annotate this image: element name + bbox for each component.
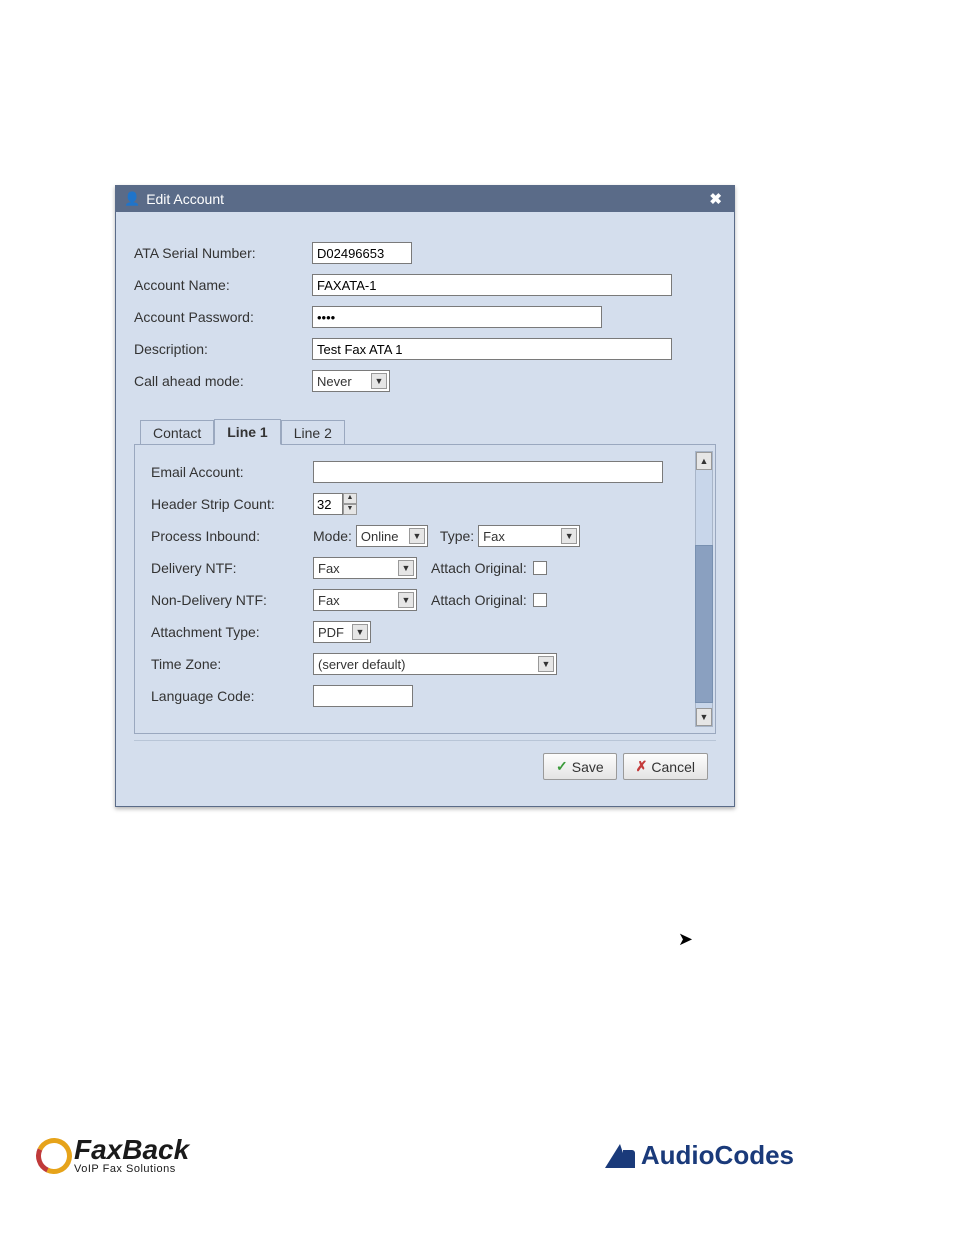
titlebar-left: 👤 Edit Account xyxy=(124,191,224,207)
chevron-down-icon: ▼ xyxy=(371,373,387,389)
faxback-logo-text: FaxBack xyxy=(74,1136,189,1164)
language-code-input[interactable] xyxy=(313,685,413,707)
tabs-container: Contact Line 1 Line 2 Email Account: Hea… xyxy=(134,418,716,734)
attachment-type-value: PDF xyxy=(318,625,344,640)
page-footer: FaxBack VoIP Fax Solutions AudioCodes xyxy=(36,1136,794,1175)
scroll-down-icon[interactable]: ▼ xyxy=(696,708,712,726)
close-icon[interactable]: ✖ xyxy=(705,190,726,208)
type-select[interactable]: Fax ▼ xyxy=(478,525,580,547)
type-label: Type: xyxy=(440,528,474,544)
edit-account-dialog: 👤 Edit Account ✖ ATA Serial Number: Acco… xyxy=(115,185,735,807)
dialog-title: Edit Account xyxy=(146,191,224,207)
tab-line1[interactable]: Line 1 xyxy=(214,419,280,445)
audiocodes-logo: AudioCodes xyxy=(605,1140,794,1171)
account-name-input[interactable] xyxy=(312,274,672,296)
dialog-buttons: ✓ Save ✗ Cancel xyxy=(134,740,716,792)
nondelivery-ntf-select[interactable]: Fax ▼ xyxy=(313,589,417,611)
process-inbound-label: Process Inbound: xyxy=(151,528,313,544)
check-icon: ✓ xyxy=(556,758,568,775)
ata-serial-label: ATA Serial Number: xyxy=(134,245,312,261)
faxback-ring-icon xyxy=(31,1132,77,1178)
dialog-body: ATA Serial Number: Account Name: Account… xyxy=(116,212,734,806)
user-link-icon: 👤 xyxy=(124,191,140,207)
ata-serial-input[interactable] xyxy=(312,242,412,264)
time-zone-value: (server default) xyxy=(318,657,405,672)
tab-line2[interactable]: Line 2 xyxy=(281,420,345,445)
cancel-button[interactable]: ✗ Cancel xyxy=(623,753,708,780)
chevron-down-icon: ▼ xyxy=(561,528,577,544)
description-input[interactable] xyxy=(312,338,672,360)
account-password-input[interactable] xyxy=(312,306,602,328)
call-ahead-label: Call ahead mode: xyxy=(134,373,312,389)
x-icon: ✗ xyxy=(636,758,648,775)
time-zone-select[interactable]: (server default) ▼ xyxy=(313,653,557,675)
account-name-label: Account Name: xyxy=(134,277,312,293)
delivery-ntf-value: Fax xyxy=(318,561,340,576)
type-value: Fax xyxy=(483,529,505,544)
attach-original-label-1: Attach Original: xyxy=(431,560,527,576)
call-ahead-select[interactable]: Never ▼ xyxy=(312,370,390,392)
cancel-button-label: Cancel xyxy=(651,759,695,775)
delivery-ntf-label: Delivery NTF: xyxy=(151,560,313,576)
header-strip-label: Header Strip Count: xyxy=(151,496,313,512)
mode-label: Mode: xyxy=(313,528,352,544)
tab-content-line1: Email Account: Header Strip Count: ▲ ▼ xyxy=(134,444,716,734)
tab-contact[interactable]: Contact xyxy=(140,420,214,445)
delivery-ntf-select[interactable]: Fax ▼ xyxy=(313,557,417,579)
mode-value: Online xyxy=(361,529,399,544)
scroll-up-icon[interactable]: ▲ xyxy=(696,452,712,470)
chevron-down-icon: ▼ xyxy=(409,528,425,544)
attachment-type-select[interactable]: PDF ▼ xyxy=(313,621,371,643)
chevron-down-icon: ▼ xyxy=(538,656,554,672)
save-button-label: Save xyxy=(572,759,604,775)
faxback-logo: FaxBack VoIP Fax Solutions xyxy=(36,1136,189,1175)
time-zone-label: Time Zone: xyxy=(151,656,313,672)
faxback-logo-subtext: VoIP Fax Solutions xyxy=(74,1164,189,1175)
nondelivery-ntf-label: Non-Delivery NTF: xyxy=(151,592,313,608)
attach-original-label-2: Attach Original: xyxy=(431,592,527,608)
nondelivery-ntf-value: Fax xyxy=(318,593,340,608)
attach-original-checkbox-1[interactable] xyxy=(533,561,547,575)
cursor-icon: ➤ xyxy=(678,929,693,950)
spinner-up-icon[interactable]: ▲ xyxy=(343,493,357,504)
language-code-label: Language Code: xyxy=(151,688,313,704)
spinner-down-icon[interactable]: ▼ xyxy=(343,504,357,515)
scroll-thumb[interactable] xyxy=(695,545,713,703)
header-strip-spinner[interactable]: ▲ ▼ xyxy=(313,493,357,515)
call-ahead-value: Never xyxy=(317,374,352,389)
spinner-buttons[interactable]: ▲ ▼ xyxy=(343,493,357,515)
header-strip-value[interactable] xyxy=(313,493,343,515)
chevron-down-icon: ▼ xyxy=(398,592,414,608)
chevron-down-icon: ▼ xyxy=(398,560,414,576)
email-account-input[interactable] xyxy=(313,461,663,483)
account-password-label: Account Password: xyxy=(134,309,312,325)
dialog-titlebar[interactable]: 👤 Edit Account ✖ xyxy=(116,186,734,212)
chevron-down-icon: ▼ xyxy=(352,624,368,640)
attach-original-checkbox-2[interactable] xyxy=(533,593,547,607)
attachment-type-label: Attachment Type: xyxy=(151,624,313,640)
save-button[interactable]: ✓ Save xyxy=(543,753,617,780)
mode-select[interactable]: Online ▼ xyxy=(356,525,428,547)
email-account-label: Email Account: xyxy=(151,464,313,480)
description-label: Description: xyxy=(134,341,312,357)
audiocodes-logo-text: AudioCodes xyxy=(641,1140,794,1171)
audiocodes-mark-icon xyxy=(605,1144,635,1168)
